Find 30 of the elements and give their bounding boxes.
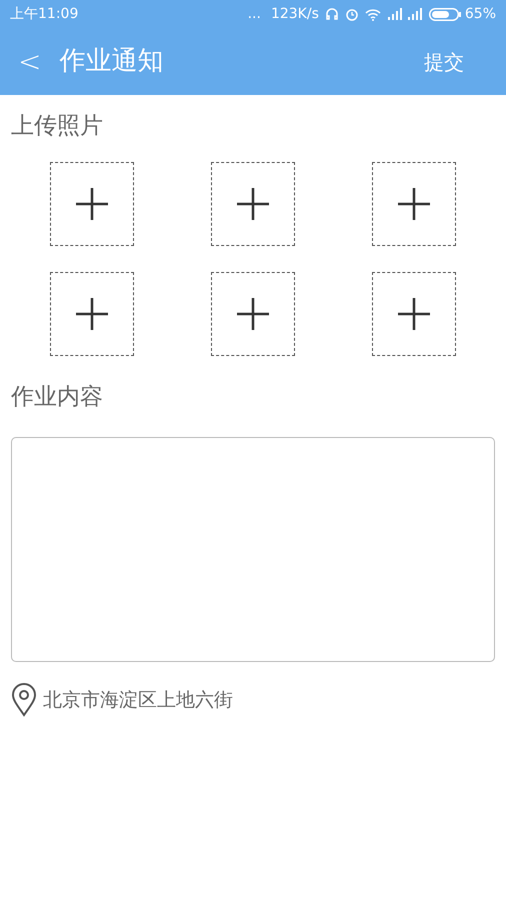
- network-speed: 123K/s: [270, 4, 319, 24]
- plus-icon: [236, 186, 270, 220]
- alarm-icon: [344, 7, 359, 21]
- add-photo-button[interactable]: [210, 162, 295, 246]
- wifi-icon: [364, 8, 381, 20]
- status-time: 上午11:09: [10, 4, 78, 24]
- plus-icon: [397, 296, 432, 330]
- back-button[interactable]: <: [18, 48, 42, 76]
- plus-icon: [236, 296, 270, 330]
- location-address: 北京市海淀区上地六街: [43, 688, 233, 713]
- section-label: 作业内容: [11, 382, 104, 412]
- add-photo-button[interactable]: [210, 272, 295, 356]
- signal-icon: [386, 8, 403, 20]
- battery-percent: 65%: [464, 4, 496, 24]
- battery-icon: [428, 8, 461, 20]
- add-photo-button[interactable]: [372, 162, 456, 246]
- plus-icon: [397, 186, 432, 220]
- add-photo-button[interactable]: [50, 272, 134, 356]
- plus-icon: [74, 186, 109, 220]
- headset-icon: [324, 7, 339, 21]
- add-photo-button[interactable]: [50, 162, 134, 246]
- section-label: 上传照片: [11, 112, 104, 141]
- signal-icon: [406, 8, 423, 20]
- plus-icon: [74, 296, 109, 330]
- location-pin-icon: [11, 683, 37, 717]
- page-title: 作业通知: [59, 45, 164, 78]
- content-field[interactable]: [11, 437, 495, 662]
- more-dots: ...: [248, 4, 261, 24]
- add-photo-button[interactable]: [372, 272, 456, 356]
- submit-button[interactable]: 提交: [424, 46, 464, 76]
